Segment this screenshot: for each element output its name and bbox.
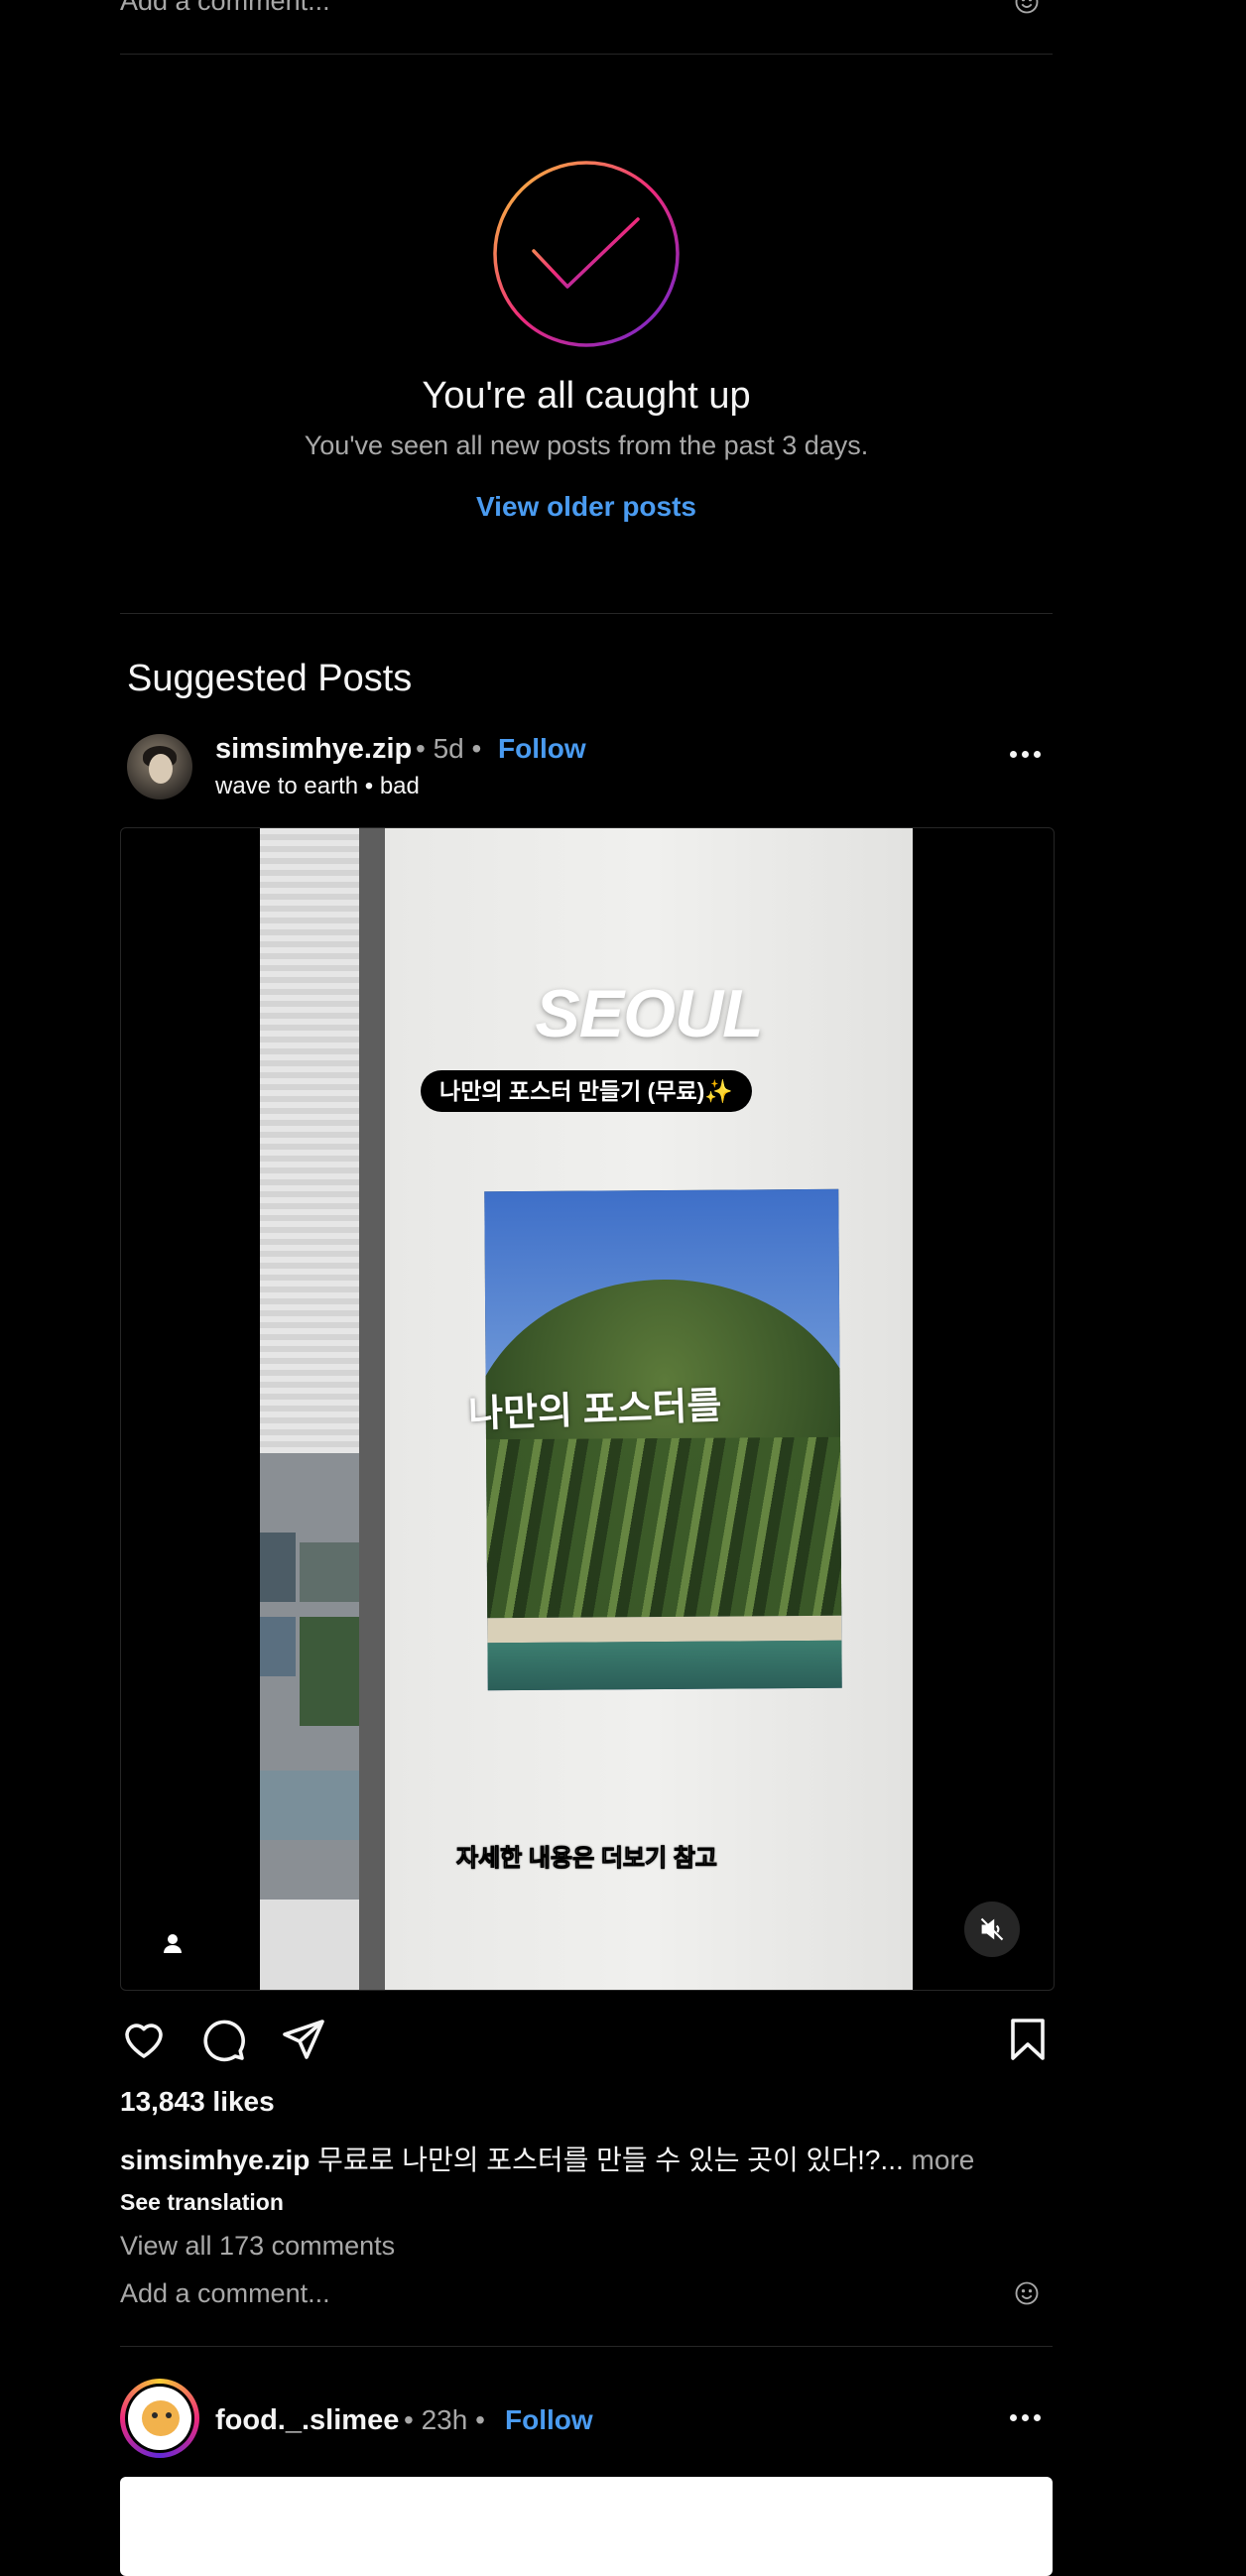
add-comment-input[interactable]: Add a comment... [120, 0, 330, 17]
video-frame: SEOUL 나만의 포스터 만들기 (무료)✨ 나만의 포스터를 자세한 내용은… [260, 828, 913, 1990]
caught-up-title: You're all caught up [0, 375, 1173, 418]
view-all-comments-link[interactable]: View all 173 comments [120, 2231, 395, 2262]
caught-up-subtitle: You've seen all new posts from the past … [0, 430, 1173, 461]
post-username[interactable]: simsimhye.zip [215, 733, 412, 766]
checkmark-icon [492, 160, 681, 348]
post-media[interactable] [120, 2477, 1053, 2576]
audio-track-link[interactable]: wave to earth • bad [215, 773, 420, 800]
caption-more-link[interactable]: more [904, 2145, 975, 2175]
follow-button[interactable]: Follow [505, 2404, 593, 2436]
caption-username[interactable]: simsimhye.zip [120, 2145, 310, 2175]
post-username[interactable]: food._.slimee [215, 2404, 399, 2437]
overlay-pill: 나만의 포스터 만들기 (무료)✨ [421, 1070, 752, 1112]
divider [120, 54, 1053, 55]
share-paper-plane-icon[interactable] [280, 2016, 327, 2068]
story-ring-avatar[interactable] [120, 2379, 199, 2458]
overlay-caption: 자세한 내용은 더보기 참고 [456, 1838, 717, 1873]
add-comment-input[interactable]: Add a comment... [120, 2278, 330, 2309]
more-options-icon[interactable] [1010, 751, 1046, 761]
overlay-title: SEOUL [385, 975, 913, 1052]
avatar[interactable] [127, 734, 192, 799]
mute-icon[interactable] [964, 1901, 1020, 1957]
overlay-text: 나만의 포스터를 [467, 1375, 722, 1438]
like-count[interactable]: 13,843 likes [120, 2086, 275, 2118]
beach-poster-image [484, 1189, 842, 1690]
post-age: • 5d • [416, 733, 481, 765]
post-media-video[interactable]: SEOUL 나만의 포스터 만들기 (무료)✨ 나만의 포스터를 자세한 내용은… [120, 827, 1055, 1991]
more-options-icon[interactable] [1010, 2414, 1041, 2421]
background-wall [260, 828, 359, 1990]
post-age: • 23h • [404, 2404, 485, 2436]
view-older-posts-link[interactable]: View older posts [0, 491, 1173, 523]
see-translation-link[interactable]: See translation [120, 2189, 284, 2216]
divider [120, 2346, 1053, 2347]
smiley-face-icon[interactable] [1013, 2279, 1041, 2312]
comment-bubble-icon[interactable] [199, 2016, 247, 2068]
tagged-user-icon[interactable] [161, 1931, 185, 1955]
smiley-face-icon[interactable] [1013, 0, 1041, 21]
follow-button[interactable]: Follow [498, 733, 586, 765]
save-bookmark-icon[interactable] [1006, 2016, 1050, 2068]
caption-text: 무료로 나만의 포스터를 만들 수 있는 곳이 있다!?... [310, 2145, 903, 2175]
post-caption: simsimhye.zip 무료로 나만의 포스터를 만들 수 있는 곳이 있다… [120, 2139, 974, 2178]
poster-board: SEOUL 나만의 포스터 만들기 (무료)✨ 나만의 포스터를 자세한 내용은… [385, 828, 913, 1990]
like-heart-icon[interactable] [120, 2016, 168, 2068]
suggested-posts-heading: Suggested Posts [127, 658, 412, 700]
divider [120, 613, 1053, 614]
